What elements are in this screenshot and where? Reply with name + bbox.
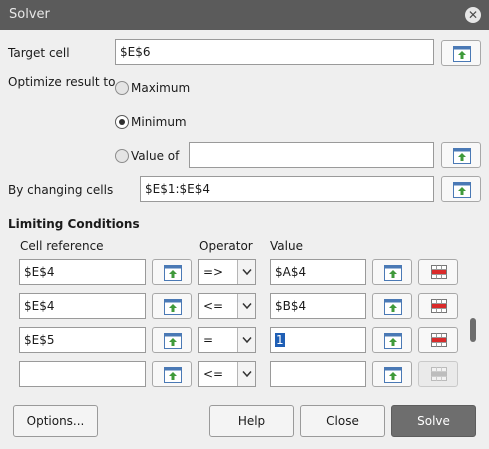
condition-1-cell-field[interactable]: $E$4 (19, 259, 146, 285)
chevron-down-icon[interactable] (237, 328, 255, 352)
shrink-range-icon (164, 299, 182, 315)
condition-3-delete-button[interactable] (418, 327, 458, 353)
condition-3-cell-shrink-button[interactable] (152, 327, 192, 353)
changing-cells-label: By changing cells (8, 183, 114, 197)
target-cell-label: Target cell (8, 46, 70, 60)
value-of-field[interactable] (189, 142, 434, 168)
shrink-range-icon (453, 148, 471, 164)
condition-2-delete-button[interactable] (418, 293, 458, 319)
solve-button[interactable]: Solve (391, 405, 476, 437)
condition-3-value-selected-text: 1 (275, 333, 285, 347)
limiting-conditions-heading: Limiting Conditions (8, 217, 140, 231)
changing-cells-field[interactable]: $E$1:$E$4 (140, 176, 434, 202)
condition-2-operator-select[interactable]: <= (198, 293, 256, 319)
window-title: Solver (9, 7, 50, 22)
condition-1-operator-select[interactable]: => (198, 259, 256, 285)
shrink-range-icon (164, 333, 182, 349)
radio-value-of[interactable] (115, 149, 129, 163)
condition-4-cell-shrink-button[interactable] (152, 361, 192, 387)
title-bar: Solver ✕ (0, 0, 489, 30)
condition-3-cell-field[interactable]: $E$5 (19, 327, 146, 353)
chevron-down-icon[interactable] (237, 294, 255, 318)
condition-1-value-shrink-button[interactable] (372, 259, 412, 285)
shrink-range-icon (384, 333, 402, 349)
condition-1-cell-shrink-button[interactable] (152, 259, 192, 285)
condition-4-delete-button (418, 361, 458, 387)
radio-maximum[interactable] (115, 81, 129, 95)
condition-3-operator-value: = (203, 333, 214, 347)
header-operator: Operator (199, 239, 253, 253)
condition-1-operator-value: => (203, 265, 224, 279)
condition-2-cell-shrink-button[interactable] (152, 293, 192, 319)
close-icon[interactable]: ✕ (465, 7, 481, 23)
condition-3-value-field[interactable]: 1 (270, 327, 366, 353)
condition-4-cell-field[interactable] (19, 361, 146, 387)
condition-2-cell-field[interactable]: $E$4 (19, 293, 146, 319)
chevron-down-icon[interactable] (237, 362, 255, 386)
shrink-range-icon (453, 46, 471, 62)
conditions-scrollbar[interactable] (466, 258, 480, 384)
changing-cells-shrink-button[interactable] (441, 176, 481, 202)
condition-3-value-shrink-button[interactable] (372, 327, 412, 353)
condition-3-operator-select[interactable]: = (198, 327, 256, 353)
delete-row-icon (431, 265, 447, 279)
options-button[interactable]: Options... (13, 405, 98, 437)
scrollbar-thumb[interactable] (470, 318, 476, 342)
shrink-range-icon (384, 299, 402, 315)
condition-1-value-field[interactable]: $A$4 (270, 259, 366, 285)
condition-4-value-shrink-button[interactable] (372, 361, 412, 387)
header-value: Value (270, 239, 303, 253)
optimize-label: Optimize result to (8, 75, 116, 89)
shrink-range-icon (453, 182, 471, 198)
shrink-range-icon (164, 367, 182, 383)
delete-row-icon (431, 367, 447, 381)
shrink-range-icon (384, 367, 402, 383)
chevron-down-icon[interactable] (237, 260, 255, 284)
shrink-range-icon (164, 265, 182, 281)
close-button[interactable]: Close (300, 405, 385, 437)
condition-4-operator-select[interactable]: <= (198, 361, 256, 387)
condition-4-operator-value: <= (203, 367, 224, 381)
help-button[interactable]: Help (209, 405, 294, 437)
condition-2-operator-value: <= (203, 299, 224, 313)
delete-row-icon (431, 333, 447, 347)
target-cell-field[interactable]: $E$6 (115, 39, 434, 65)
delete-row-icon (431, 299, 447, 313)
value-of-shrink-button[interactable] (441, 142, 481, 168)
radio-minimum[interactable] (115, 115, 129, 129)
radio-value-of-label[interactable]: Value of (131, 149, 179, 163)
radio-maximum-label[interactable]: Maximum (131, 81, 190, 95)
condition-2-value-shrink-button[interactable] (372, 293, 412, 319)
target-cell-shrink-button[interactable] (441, 40, 481, 66)
condition-1-delete-button[interactable] (418, 259, 458, 285)
shrink-range-icon (384, 265, 402, 281)
condition-4-value-field[interactable] (270, 361, 366, 387)
header-cell-reference: Cell reference (20, 239, 104, 253)
condition-2-value-field[interactable]: $B$4 (270, 293, 366, 319)
radio-minimum-label[interactable]: Minimum (131, 115, 187, 129)
